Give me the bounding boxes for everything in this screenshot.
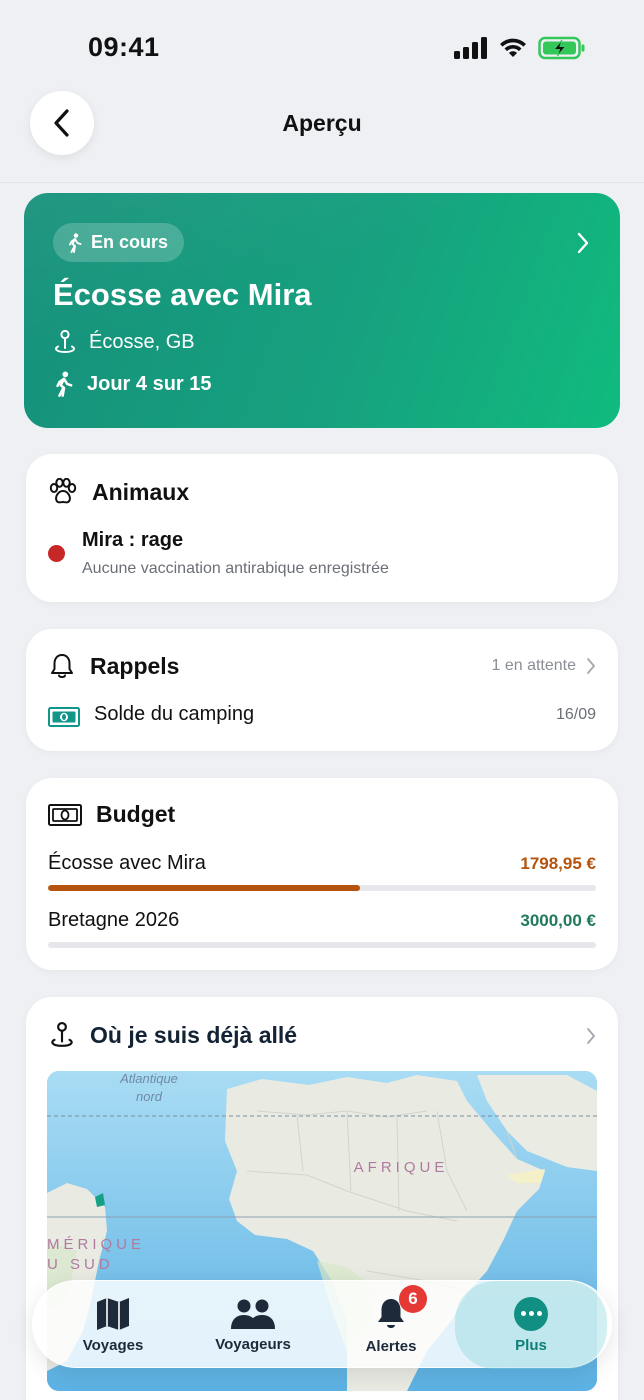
chevron-right-icon <box>587 658 595 674</box>
budget-title: Budget <box>96 801 176 827</box>
budget-progress-track <box>48 885 596 891</box>
visited-title: Où je suis déjà allé <box>90 1021 298 1048</box>
trip-status-label: En cours <box>91 232 169 252</box>
banknote-icon <box>48 707 80 727</box>
trip-day-label: Jour 4 sur 15 <box>87 372 212 395</box>
tab-alerts[interactable]: 6 Alertes <box>321 1281 461 1369</box>
budget-card[interactable]: Budget Écosse avec Mira 1798,95 € Bretag… <box>26 778 618 970</box>
budget-progress-track <box>48 942 596 948</box>
tab-travellers[interactable]: Voyageurs <box>183 1281 323 1369</box>
chevron-right-icon <box>587 1028 595 1044</box>
tab-bar: Voyages Voyageurs 6 Alertes Plus <box>32 1280 612 1369</box>
tab-label: Plus <box>515 1336 547 1354</box>
page-title: Aperçu <box>282 110 362 136</box>
people-icon <box>231 1299 275 1329</box>
budget-amount: 3000,00 € <box>520 911 596 930</box>
animals-header: Animaux <box>48 478 189 506</box>
current-trip-card[interactable]: En cours Écosse avec Mira Écosse, GB Jou… <box>24 193 620 428</box>
battery-icon <box>538 36 585 60</box>
pet-detail: Aucune vaccination antirabique enregistr… <box>82 560 389 577</box>
trip-location: Écosse, GB <box>53 329 195 355</box>
walking-icon <box>56 371 73 397</box>
budget-label: Bretagne 2026 <box>48 909 180 931</box>
header-divider <box>0 182 644 183</box>
tab-label: Alertes <box>365 1337 417 1355</box>
status-bar: 09:41 <box>0 0 644 90</box>
reminders-pending[interactable]: 1 en attente <box>491 657 596 675</box>
budget-amount: 1798,95 € <box>520 854 596 873</box>
more-icon <box>514 1296 548 1331</box>
budget-header: Budget <box>48 801 175 828</box>
trip-title: Écosse avec Mira <box>53 277 312 312</box>
reminders-card[interactable]: Rappels 1 en attente Solde du camping 16… <box>26 629 618 751</box>
bell-icon <box>51 654 73 678</box>
reminders-title: Rappels <box>90 652 180 679</box>
map-america-label-1: MÉRIQUE <box>47 1236 145 1253</box>
animals-title: Animaux <box>92 478 190 505</box>
banknote-icon <box>48 803 82 826</box>
tab-label: Voyageurs <box>215 1335 291 1353</box>
location-pin-icon <box>55 329 75 354</box>
map-ocean-label: Atlantique <box>119 1071 178 1086</box>
budget-row[interactable]: Bretagne 2026 3000,00 € <box>48 909 596 949</box>
map-africa-label: AFRIQUE <box>354 1159 449 1176</box>
animals-card[interactable]: Animaux Mira : rage Aucune vaccination a… <box>26 454 618 602</box>
walking-icon <box>69 232 82 253</box>
reminders-header: Rappels <box>48 652 179 680</box>
reminder-label: Solde du camping <box>94 703 255 725</box>
reminders-pending-label: 1 en attente <box>491 657 576 674</box>
pet-name: Mira : rage <box>82 529 184 551</box>
trip-status-badge: En cours <box>53 223 185 262</box>
paw-icon <box>49 478 77 504</box>
tab-more[interactable]: Plus <box>455 1281 607 1369</box>
budget-label: Écosse avec Mira <box>48 852 206 874</box>
trip-day-progress: Jour 4 sur 15 <box>53 371 212 397</box>
wifi-icon <box>500 38 526 57</box>
budget-row[interactable]: Écosse avec Mira 1798,95 € <box>48 852 596 892</box>
tab-label: Voyages <box>82 1336 144 1354</box>
map-ocean-label-2: nord <box>136 1089 163 1104</box>
status-icons <box>454 36 586 60</box>
location-pin-icon <box>51 1021 73 1047</box>
budget-progress-fill <box>48 885 361 891</box>
alerts-badge: 6 <box>399 1285 427 1313</box>
chevron-right-icon <box>577 232 589 254</box>
trip-location-label: Écosse, GB <box>89 330 195 353</box>
pet-status-dot <box>48 545 65 562</box>
visited-header: Où je suis déjà allé <box>48 1021 297 1049</box>
status-time: 09:41 <box>88 32 160 62</box>
map-america-label-2: U SUD <box>47 1256 114 1273</box>
signal-icon <box>454 37 487 59</box>
tab-trips[interactable]: Voyages <box>43 1281 183 1369</box>
map-icon <box>97 1297 129 1330</box>
reminder-date: 16/09 <box>555 706 596 723</box>
